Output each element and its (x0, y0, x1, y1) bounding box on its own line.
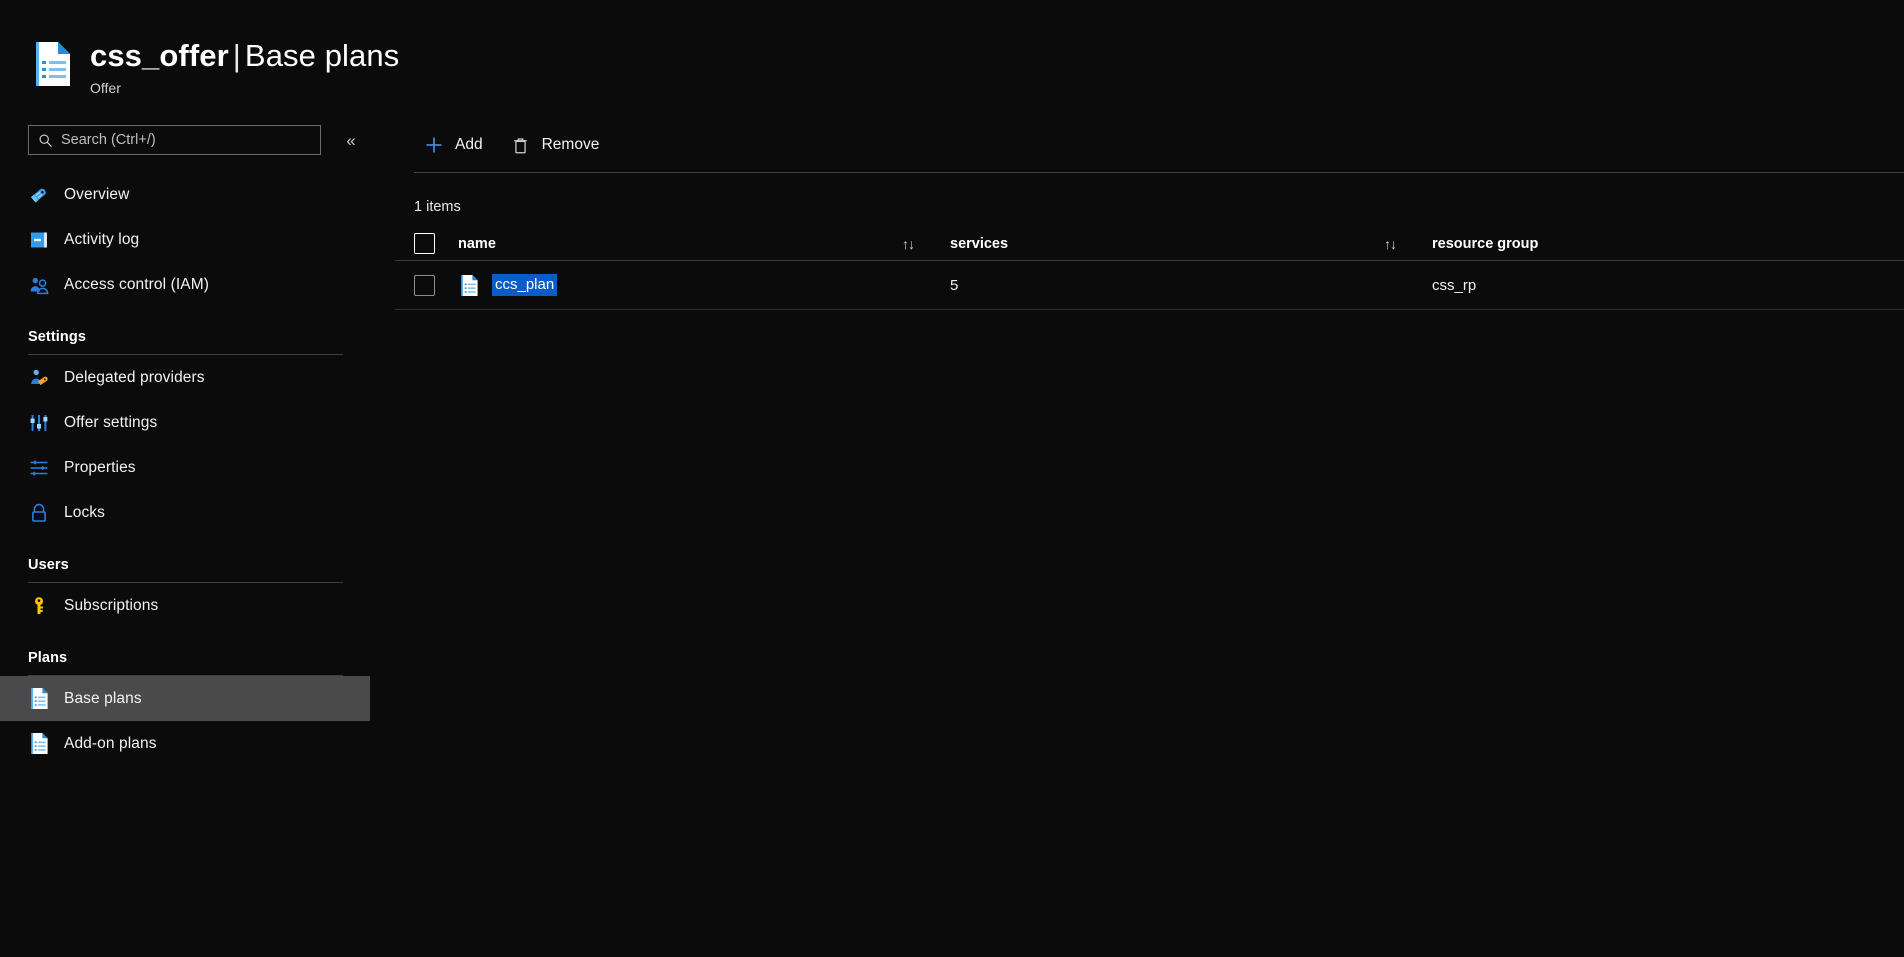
grid-header-row: name ↑↓ services ↑↓ resource group (395, 227, 1904, 261)
sidebar-item-label: Activity log (64, 231, 139, 249)
add-button-label: Add (455, 136, 483, 154)
blade-header: css_offer|Base plans Offer (0, 0, 1904, 118)
blade-sidebar: « (0, 118, 395, 957)
search-box[interactable] (28, 125, 321, 155)
select-all-checkbox[interactable] (414, 233, 435, 254)
column-header-label: resource group (1432, 236, 1538, 252)
sidebar-item-access-control[interactable]: Access control (IAM) (0, 262, 395, 307)
sidebar-group-settings: Settings (0, 307, 395, 355)
sidebar-item-label: Delegated providers (64, 369, 205, 387)
sidebar-group-plans: Plans (0, 628, 395, 676)
column-header-services[interactable]: services ↑↓ (950, 236, 1432, 252)
remove-button-label: Remove (542, 136, 600, 154)
plan-document-icon (458, 273, 481, 297)
sidebar-item-add-on-plans[interactable]: Add-on plans (0, 721, 395, 766)
sidebar-search-row: « (0, 118, 395, 162)
lock-icon (28, 502, 50, 524)
column-header-label: services (950, 236, 1008, 252)
sort-icon[interactable]: ↑↓ (1384, 236, 1396, 252)
sliders-horizontal-icon (28, 457, 50, 479)
people-icon (28, 274, 50, 296)
sidebar-item-offer-settings[interactable]: Offer settings (0, 400, 395, 445)
select-all-cell (414, 233, 458, 254)
sidebar-item-label: Offer settings (64, 414, 157, 432)
cell-services: 5 (950, 277, 1432, 294)
sidebar-group-users: Users (0, 535, 395, 583)
sidebar-item-activity-log[interactable]: Activity log (0, 217, 395, 262)
add-button[interactable]: Add (414, 128, 493, 162)
key-icon (28, 595, 50, 617)
cell-resource-group: css_rp (1432, 277, 1902, 294)
delegated-providers-icon (28, 367, 50, 389)
sliders-vertical-icon (28, 412, 50, 434)
sidebar-item-label: Overview (64, 186, 129, 204)
activity-log-icon (28, 229, 50, 251)
table-row[interactable]: ccs_plan 5 css_rp (395, 261, 1904, 310)
cell-resource-group-text: css_rp (1432, 277, 1476, 294)
offer-document-icon (30, 40, 74, 88)
sidebar-nav-top: Overview Activity log (0, 172, 395, 307)
sort-icon[interactable]: ↑↓ (902, 236, 914, 252)
collapse-sidebar-button[interactable]: « (338, 127, 364, 153)
sidebar-item-label: Subscriptions (64, 597, 158, 615)
azure-portal-blade: css_offer|Base plans Offer « (0, 0, 1904, 957)
plans-grid: name ↑↓ services ↑↓ resource group (395, 227, 1904, 310)
sidebar-item-label: Properties (64, 459, 136, 477)
row-checkbox[interactable] (414, 275, 435, 296)
header-text-block: css_offer|Base plans Offer (90, 38, 399, 98)
sidebar-item-label: Locks (64, 504, 105, 522)
tag-icon (28, 184, 50, 206)
plan-document-icon (28, 733, 50, 755)
command-bar: Add Remove (395, 118, 1904, 172)
search-input[interactable] (61, 132, 320, 148)
cell-services-text: 5 (950, 277, 958, 294)
sidebar-item-label: Base plans (64, 690, 142, 708)
sidebar-item-label: Add-on plans (64, 735, 157, 753)
sidebar-item-label: Access control (IAM) (64, 276, 209, 294)
page-subtitle: Offer (90, 78, 399, 98)
remove-button[interactable]: Remove (501, 128, 610, 162)
sidebar-item-base-plans[interactable]: Base plans (0, 676, 370, 721)
page-title-separator: | (229, 38, 245, 73)
sidebar-item-subscriptions[interactable]: Subscriptions (0, 583, 395, 628)
sidebar-group-title: Plans (28, 650, 343, 666)
trash-icon (511, 135, 531, 155)
page-title: css_offer|Base plans (90, 38, 399, 74)
sidebar-group-title: Settings (28, 329, 343, 345)
sidebar-group-title: Users (28, 557, 343, 573)
column-header-label: name (458, 236, 496, 252)
plan-document-icon (28, 688, 50, 710)
cell-name-text[interactable]: ccs_plan (492, 274, 557, 296)
search-icon (38, 133, 53, 148)
cell-name[interactable]: ccs_plan (458, 273, 950, 297)
column-header-name[interactable]: name ↑↓ (458, 236, 950, 252)
plus-icon (424, 135, 444, 155)
sidebar-item-overview[interactable]: Overview (0, 172, 395, 217)
page-title-section: Base plans (245, 38, 399, 73)
sidebar-item-properties[interactable]: Properties (0, 445, 395, 490)
column-header-resource-group[interactable]: resource group (1432, 236, 1902, 252)
sidebar-item-delegated-providers[interactable]: Delegated providers (0, 355, 395, 400)
row-select-cell (414, 275, 458, 296)
sidebar-item-locks[interactable]: Locks (0, 490, 395, 535)
blade-content: Add Remove 1 items (395, 118, 1904, 957)
items-count-label: 1 items (395, 173, 1904, 215)
page-title-resource: css_offer (90, 38, 229, 73)
